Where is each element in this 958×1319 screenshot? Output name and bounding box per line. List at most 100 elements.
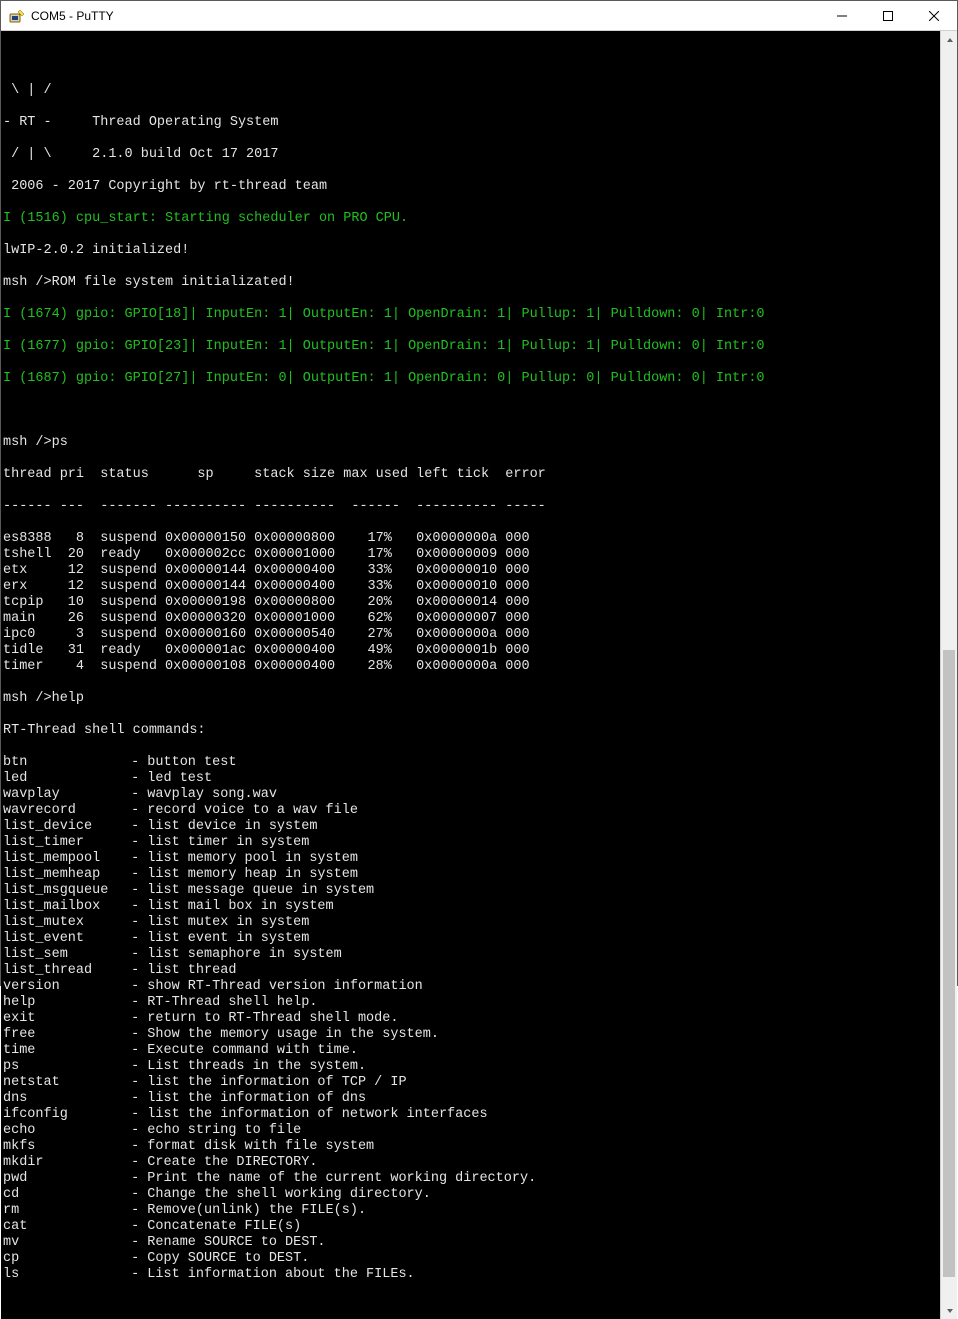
help-cmd-desc: - Remove(unlink) the FILE(s). <box>123 1203 366 1218</box>
help-cmd-desc: - Print the name of the current working … <box>123 1171 536 1186</box>
maximize-button[interactable] <box>865 1 911 31</box>
help-cmd-desc: - led test <box>123 771 212 786</box>
help-row: list_mutex - list mutex in system <box>3 915 938 931</box>
help-cmd-desc: - Show the memory usage in the system. <box>123 1027 439 1042</box>
help-cmd-desc: - Concatenate FILE(s) <box>123 1219 301 1234</box>
scroll-up-icon[interactable] <box>941 31 958 48</box>
help-cmd-name: mkdir <box>3 1155 123 1171</box>
help-cmd-desc: - List information about the FILEs. <box>123 1267 415 1282</box>
help-cmd-name: cp <box>3 1251 123 1267</box>
banner-line: / | \ 2.1.0 build Oct 17 2017 <box>3 147 938 163</box>
help-cmd-desc: - Rename SOURCE to DEST. <box>123 1235 326 1250</box>
help-cmd-desc: - list device in system <box>123 819 317 834</box>
help-row: wavrecord - record voice to a wav file <box>3 803 938 819</box>
help-cmd-desc: - list the information of network interf… <box>123 1107 488 1122</box>
help-cmd-desc: - list mail box in system <box>123 899 334 914</box>
help-cmd-desc: - list memory pool in system <box>123 851 358 866</box>
help-row: pwd - Print the name of the current work… <box>3 1171 938 1187</box>
help-cmd-desc: - list the information of TCP / IP <box>123 1075 407 1090</box>
close-button[interactable] <box>911 1 957 31</box>
help-cmd-name: list_mutex <box>3 915 123 931</box>
log-gpio: I (1677) gpio: GPIO[23]| InputEn: 1| Out… <box>3 339 938 355</box>
help-row: list_sem - list semaphore in system <box>3 947 938 963</box>
log-romfs: msh />ROM file system initializated! <box>3 275 938 291</box>
help-cmd-name: btn <box>3 755 123 771</box>
ps-row: tidle 31 ready 0x000001ac 0x00000400 49%… <box>3 643 938 659</box>
help-cmd-name: ifconfig <box>3 1107 123 1123</box>
help-header: RT-Thread shell commands: <box>3 723 938 739</box>
banner-line: \ | / <box>3 83 938 99</box>
help-cmd-name: list_memheap <box>3 867 123 883</box>
help-cmd-name: ls <box>3 1267 123 1283</box>
scroll-down-icon[interactable] <box>941 1302 958 1319</box>
log-lwip: lwIP-2.0.2 initialized! <box>3 243 938 259</box>
help-row: list_mempool - list memory pool in syste… <box>3 851 938 867</box>
help-row: list_memheap - list memory heap in syste… <box>3 867 938 883</box>
help-cmd-name: pwd <box>3 1171 123 1187</box>
help-cmd-name: list_mempool <box>3 851 123 867</box>
help-row: list_device - list device in system <box>3 819 938 835</box>
help-row: wavplay - wavplay song.wav <box>3 787 938 803</box>
scroll-thumb[interactable] <box>943 650 955 1277</box>
help-cmd-name: echo <box>3 1123 123 1139</box>
window-title: COM5 - PuTTY <box>31 9 114 23</box>
help-row: version - show RT-Thread version informa… <box>3 979 938 995</box>
help-prompt: msh />help <box>3 691 938 707</box>
help-cmd-name: free <box>3 1027 123 1043</box>
help-row: dns - list the information of dns <box>3 1091 938 1107</box>
help-cmd-name: dns <box>3 1091 123 1107</box>
help-cmd-desc: - list semaphore in system <box>123 947 342 962</box>
help-cmd-desc: - list event in system <box>123 931 309 946</box>
help-cmd-desc: - list memory heap in system <box>123 867 358 882</box>
help-row: rm - Remove(unlink) the FILE(s). <box>3 1203 938 1219</box>
help-row: btn - button test <box>3 755 938 771</box>
help-cmd-desc: - button test <box>123 755 236 770</box>
help-cmd-name: list_timer <box>3 835 123 851</box>
ps-row: ipc0 3 suspend 0x00000160 0x00000540 27%… <box>3 627 938 643</box>
log-gpio: I (1687) gpio: GPIO[27]| InputEn: 0| Out… <box>3 371 938 387</box>
help-cmd-desc: - Create the DIRECTORY. <box>123 1155 317 1170</box>
help-cmd-desc: - List threads in the system. <box>123 1059 366 1074</box>
help-cmd-desc: - format disk with file system <box>123 1139 374 1154</box>
help-cmd-name: list_sem <box>3 947 123 963</box>
help-cmd-desc: - return to RT-Thread shell mode. <box>123 1011 398 1026</box>
ps-divider: ------ --- ------- ---------- ----------… <box>3 499 938 515</box>
help-cmd-desc: - Copy SOURCE to DEST. <box>123 1251 309 1266</box>
ps-row: etx 12 suspend 0x00000144 0x00000400 33%… <box>3 563 938 579</box>
help-row: cd - Change the shell working directory. <box>3 1187 938 1203</box>
help-cmd-name: list_msgqueue <box>3 883 123 899</box>
scrollbar-vertical[interactable] <box>940 31 957 1319</box>
help-row: ps - List threads in the system. <box>3 1059 938 1075</box>
help-cmd-desc: - echo string to file <box>123 1123 301 1138</box>
ps-row: es8388 8 suspend 0x00000150 0x00000800 1… <box>3 531 938 547</box>
help-cmd-name: version <box>3 979 123 995</box>
help-cmd-desc: - list timer in system <box>123 835 309 850</box>
help-cmd-name: netstat <box>3 1075 123 1091</box>
log-gpio: I (1674) gpio: GPIO[18]| InputEn: 1| Out… <box>3 307 938 323</box>
help-cmd-name: cat <box>3 1219 123 1235</box>
help-cmd-name: led <box>3 771 123 787</box>
minimize-button[interactable] <box>819 1 865 31</box>
help-cmd-name: wavplay <box>3 787 123 803</box>
help-cmd-desc: - list thread <box>123 963 236 978</box>
help-cmd-desc: - record voice to a wav file <box>123 803 358 818</box>
ps-row: timer 4 suspend 0x00000108 0x00000400 28… <box>3 659 938 675</box>
help-cmd-desc: - Change the shell working directory. <box>123 1187 431 1202</box>
ps-row: tcpip 10 suspend 0x00000198 0x00000800 2… <box>3 595 938 611</box>
help-row: list_msgqueue - list message queue in sy… <box>3 883 938 899</box>
help-cmd-name: list_device <box>3 819 123 835</box>
help-cmd-name: ps <box>3 1059 123 1075</box>
help-row: echo - echo string to file <box>3 1123 938 1139</box>
help-cmd-desc: - wavplay song.wav <box>123 787 277 802</box>
ps-prompt: msh />ps <box>3 435 938 451</box>
terminal-output[interactable]: \ | / - RT - Thread Operating System / |… <box>1 31 940 1319</box>
help-cmd-name: mkfs <box>3 1139 123 1155</box>
titlebar[interactable]: COM5 - PuTTY <box>1 1 957 31</box>
window-frame: COM5 - PuTTY \ | / - RT - Thread Operati… <box>0 0 958 986</box>
help-cmd-name: help <box>3 995 123 1011</box>
help-cmd-name: rm <box>3 1203 123 1219</box>
ps-row: tshell 20 ready 0x000002cc 0x00001000 17… <box>3 547 938 563</box>
help-cmd-name: exit <box>3 1011 123 1027</box>
help-cmd-desc: - show RT-Thread version information <box>123 979 423 994</box>
help-row: list_timer - list timer in system <box>3 835 938 851</box>
